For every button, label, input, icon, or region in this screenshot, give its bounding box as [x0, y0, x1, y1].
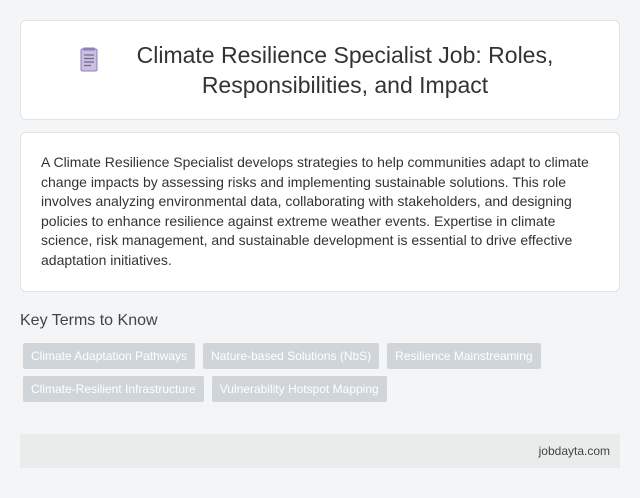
tag-item[interactable]: Nature-based Solutions (NbS): [203, 343, 380, 369]
tag-item[interactable]: Climate-Resilient Infrastructure: [23, 376, 204, 402]
tag-item[interactable]: Climate Adaptation Pathways: [23, 343, 196, 369]
tag-item[interactable]: Resilience Mainstreaming: [387, 343, 541, 369]
summary-text: A Climate Resilience Specialist develops…: [41, 154, 589, 268]
page-title: Climate Resilience Specialist Job: Roles…: [136, 42, 554, 98]
page: Climate Resilience Specialist Job: Roles…: [0, 0, 640, 498]
document-icon: [80, 47, 98, 72]
key-terms-heading: Key Terms to Know: [20, 312, 158, 329]
site-link[interactable]: jobdayta.com: [539, 444, 610, 458]
tag-item[interactable]: Vulnerability Hotspot Mapping: [211, 376, 387, 402]
title-row: Climate Resilience Specialist Job: Roles…: [75, 40, 565, 100]
key-terms-tags: Climate Adaptation Pathways Nature-based…: [23, 343, 583, 409]
summary-card: A Climate Resilience Specialist develops…: [20, 132, 620, 292]
footer-bar: jobdayta.com: [20, 434, 620, 468]
title-card: Climate Resilience Specialist Job: Roles…: [20, 20, 620, 120]
